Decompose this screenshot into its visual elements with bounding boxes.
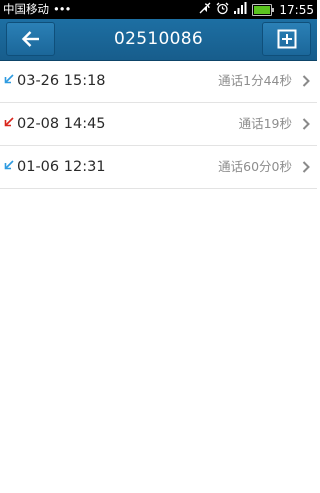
status-bar: 中国移动 ••• 17:55 <box>0 0 317 19</box>
battery-level <box>254 5 271 14</box>
battery-icon <box>252 3 275 16</box>
incoming-call-icon <box>4 74 14 84</box>
call-date: 02-08 14:45 <box>17 116 106 132</box>
notification-dots: ••• <box>53 2 71 16</box>
chevron-right-icon <box>302 118 310 130</box>
back-button[interactable] <box>6 22 55 56</box>
call-date: 01-06 12:31 <box>17 159 106 175</box>
call-date: 03-26 15:18 <box>17 73 106 89</box>
outgoing-call-icon <box>4 117 14 127</box>
add-button[interactable] <box>262 22 311 56</box>
mute-icon <box>199 2 211 17</box>
call-record-row[interactable]: 01-06 12:31 通话60分0秒 <box>0 146 317 189</box>
title-bar: 02510086 <box>0 19 317 60</box>
signal-icon <box>234 2 247 17</box>
alarm-icon <box>216 2 229 18</box>
add-contact-icon <box>277 29 296 49</box>
call-duration: 通话1分44秒 <box>218 73 292 88</box>
carrier-info: 中国移动 ••• <box>3 2 71 17</box>
call-record-row[interactable]: 03-26 15:18 通话1分44秒 <box>0 60 317 103</box>
chevron-right-icon <box>302 75 310 87</box>
status-icons: 17:55 <box>199 1 314 18</box>
call-record-row[interactable]: 02-08 14:45 通话19秒 <box>0 103 317 146</box>
call-history-list: 03-26 15:18 通话1分44秒 02-08 14:45 通话19秒 01… <box>0 60 317 189</box>
call-duration: 通话60分0秒 <box>218 159 292 174</box>
chevron-right-icon <box>302 161 310 173</box>
incoming-call-icon <box>4 160 14 170</box>
carrier-name: 中国移动 <box>3 2 49 16</box>
page-title: 02510086 <box>114 29 203 49</box>
clock: 17:55 <box>279 2 314 17</box>
call-duration: 通话19秒 <box>238 116 292 131</box>
back-arrow-icon <box>21 31 39 47</box>
